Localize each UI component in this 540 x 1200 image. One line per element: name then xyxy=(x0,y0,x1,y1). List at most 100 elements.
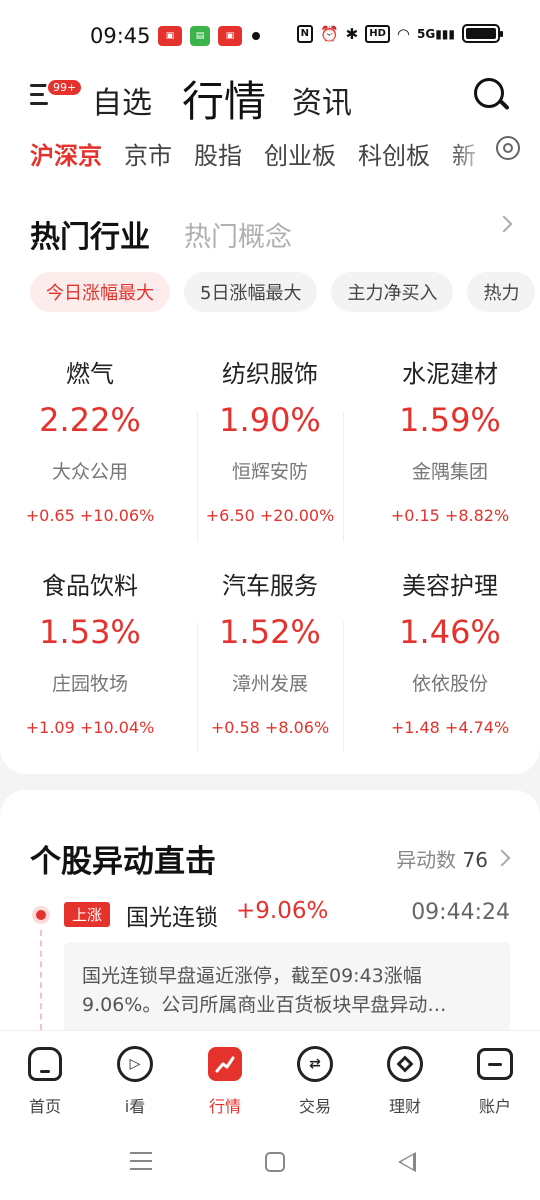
nav-label: 交易 xyxy=(298,1097,331,1116)
toutiao-notification-icon: ▣ xyxy=(158,26,182,46)
search-icon[interactable] xyxy=(474,78,510,114)
nav-wealth[interactable]: 理财 xyxy=(360,1031,450,1124)
home-icon xyxy=(28,1047,62,1081)
tab-news[interactable]: 资讯 xyxy=(292,78,352,122)
account-icon xyxy=(477,1048,513,1080)
notification-badge: 99+ xyxy=(46,78,84,97)
event-stock-name[interactable]: 国光连锁 xyxy=(126,898,218,932)
event-stock-pct: +9.06% xyxy=(236,898,329,924)
lead-stock: 庄园牧场 xyxy=(51,673,128,695)
settings-icon[interactable] xyxy=(496,136,520,160)
hot-industry-tab[interactable]: 热门行业 xyxy=(30,212,150,256)
nav-label: 行情 xyxy=(208,1097,241,1116)
tab-watchlist[interactable]: 自选 xyxy=(92,78,152,122)
industry-name: 食品饮料 xyxy=(42,572,138,600)
industry-item[interactable]: 美容护理 1.46% 依依股份 +1.48 +4.74% xyxy=(360,566,540,737)
industry-pct: 1.59% xyxy=(399,401,501,439)
lead-stock-change: +6.50 +20.00% xyxy=(205,506,335,525)
timeline-dot xyxy=(36,910,46,920)
nav-account[interactable]: 账户 xyxy=(450,1031,540,1124)
section-title: 个股异动直击 xyxy=(30,844,216,880)
nav-label: i看 xyxy=(124,1097,146,1116)
event-desc-line1: 国光连锁早盘逼近涨停，截至09:43涨幅 xyxy=(82,965,422,987)
market-subtabs: 沪深京 京市 股指 创业板 科创板 新 xyxy=(30,136,476,171)
lead-stock-change: +0.15 +8.82% xyxy=(390,506,510,525)
timeline-line xyxy=(40,930,42,1030)
top-header: 99+ 自选 行情 资讯 沪深京 京市 股指 创业板 科创板 新 xyxy=(0,64,540,182)
tab-market[interactable]: 行情 xyxy=(182,68,266,129)
chevron-right-icon[interactable] xyxy=(493,849,511,867)
industry-name: 汽车服务 xyxy=(222,572,318,600)
subtab-index[interactable]: 股指 xyxy=(194,136,242,171)
filter-pills: 今日涨幅最大 5日涨幅最大 主力净买入 热力 xyxy=(30,272,536,312)
mover-count-label: 异动数 xyxy=(396,848,457,872)
lead-stock: 金隅集团 xyxy=(411,461,488,483)
nav-label: 首页 xyxy=(28,1097,61,1116)
industry-pct: 1.52% xyxy=(219,613,321,651)
status-bar: 09:45 ▣ ▤ ▣ N ⏰ ✱ HD ◠ 5G▮▮▮ xyxy=(0,0,540,64)
signal-icon: 5G▮▮▮ xyxy=(416,26,455,41)
bottom-nav: 首页 ▷ i看 行情 ⇄ 交易 理财 账户 xyxy=(0,1030,540,1124)
network-type: 5G xyxy=(416,26,436,41)
event-desc-line2: 9.06%。公司所属商业百货板块早盘异动… xyxy=(82,994,447,1016)
nav-label: 理财 xyxy=(388,1097,421,1116)
system-nav-bar xyxy=(0,1124,540,1200)
lead-stock-change: +0.65 +10.06% xyxy=(25,506,155,525)
industry-name: 纺织服饰 xyxy=(222,360,318,388)
bluetooth-icon: ✱ xyxy=(345,24,359,43)
message-notification-icon: ▤ xyxy=(190,26,210,46)
nfc-icon: N xyxy=(296,24,313,43)
subtab-beijing[interactable]: 京市 xyxy=(124,136,172,171)
industry-name: 燃气 xyxy=(66,360,114,388)
nav-ikan[interactable]: ▷ i看 xyxy=(90,1031,180,1124)
lead-stock: 漳州发展 xyxy=(231,673,308,695)
recents-icon[interactable] xyxy=(130,1152,152,1176)
nav-trade[interactable]: ⇄ 交易 xyxy=(270,1031,360,1124)
hot-industry-card: 热门行业 热门概念 今日涨幅最大 5日涨幅最大 主力净买入 热力 燃气 2.22… xyxy=(0,182,540,774)
industry-pct: 1.53% xyxy=(39,613,141,651)
wealth-icon xyxy=(387,1046,423,1082)
chevron-right-icon[interactable] xyxy=(495,215,513,233)
nav-home[interactable]: 首页 xyxy=(0,1031,90,1124)
hot-concept-tab[interactable]: 热门概念 xyxy=(184,215,292,254)
nav-market[interactable]: 行情 xyxy=(180,1031,270,1124)
industry-name: 水泥建材 xyxy=(402,360,498,388)
alarm-icon: ⏰ xyxy=(319,24,339,43)
home-button-icon[interactable] xyxy=(265,1152,285,1172)
industry-item[interactable]: 食品饮料 1.53% 庄园牧场 +1.09 +10.04% xyxy=(0,566,180,737)
status-icons: N ⏰ ✱ HD ◠ 5G▮▮▮ xyxy=(296,24,503,43)
industry-item[interactable]: 汽车服务 1.52% 漳州发展 +0.58 +8.06% xyxy=(180,566,360,737)
lead-stock: 恒辉安防 xyxy=(231,461,308,483)
subtab-chinext[interactable]: 创业板 xyxy=(264,136,336,171)
mover-count[interactable]: 异动数 76 xyxy=(396,844,488,873)
market-icon xyxy=(208,1047,242,1081)
lead-stock: 依依股份 xyxy=(411,673,488,695)
news-notification-icon: ▣ xyxy=(218,26,242,46)
filter-today-top[interactable]: 今日涨幅最大 xyxy=(30,272,170,312)
hd-icon: HD xyxy=(365,24,390,43)
filter-heat[interactable]: 热力 xyxy=(467,272,536,312)
industry-name: 美容护理 xyxy=(402,572,498,600)
industry-pct: 1.46% xyxy=(399,613,501,651)
event-description[interactable]: 国光连锁早盘逼近涨停，截至09:43涨幅 9.06%。公司所属商业百货板块早盘异… xyxy=(64,942,510,1030)
industry-item[interactable]: 水泥建材 1.59% 金隅集团 +0.15 +8.82% xyxy=(360,354,540,525)
clock: 09:45 xyxy=(90,24,151,48)
filter-5day-top[interactable]: 5日涨幅最大 xyxy=(184,272,318,312)
status-badge: 上涨 xyxy=(64,902,111,927)
filter-net-buy[interactable]: 主力净买入 xyxy=(331,272,454,312)
industry-pct: 2.22% xyxy=(39,401,141,439)
industry-item[interactable]: 纺织服饰 1.90% 恒辉安防 +6.50 +20.00% xyxy=(180,354,360,525)
nav-label: 账户 xyxy=(478,1097,511,1116)
industry-item[interactable]: 燃气 2.22% 大众公用 +0.65 +10.06% xyxy=(0,354,180,525)
subtab-fade xyxy=(450,130,490,174)
subtab-star-market[interactable]: 科创板 xyxy=(358,136,430,171)
stock-movers-card: 个股异动直击 异动数 76 上涨 国光连锁 +9.06% 09:44:24 国光… xyxy=(0,790,540,1030)
subtab-hushenjing[interactable]: 沪深京 xyxy=(30,136,102,171)
back-icon[interactable] xyxy=(398,1152,416,1172)
lead-stock: 大众公用 xyxy=(51,461,128,483)
lead-stock-change: +0.58 +8.06% xyxy=(210,718,330,737)
industry-pct: 1.90% xyxy=(219,401,321,439)
wifi-icon: ◠ xyxy=(396,24,410,43)
event-time: 09:44:24 xyxy=(411,900,510,925)
trade-icon: ⇄ xyxy=(297,1046,333,1082)
